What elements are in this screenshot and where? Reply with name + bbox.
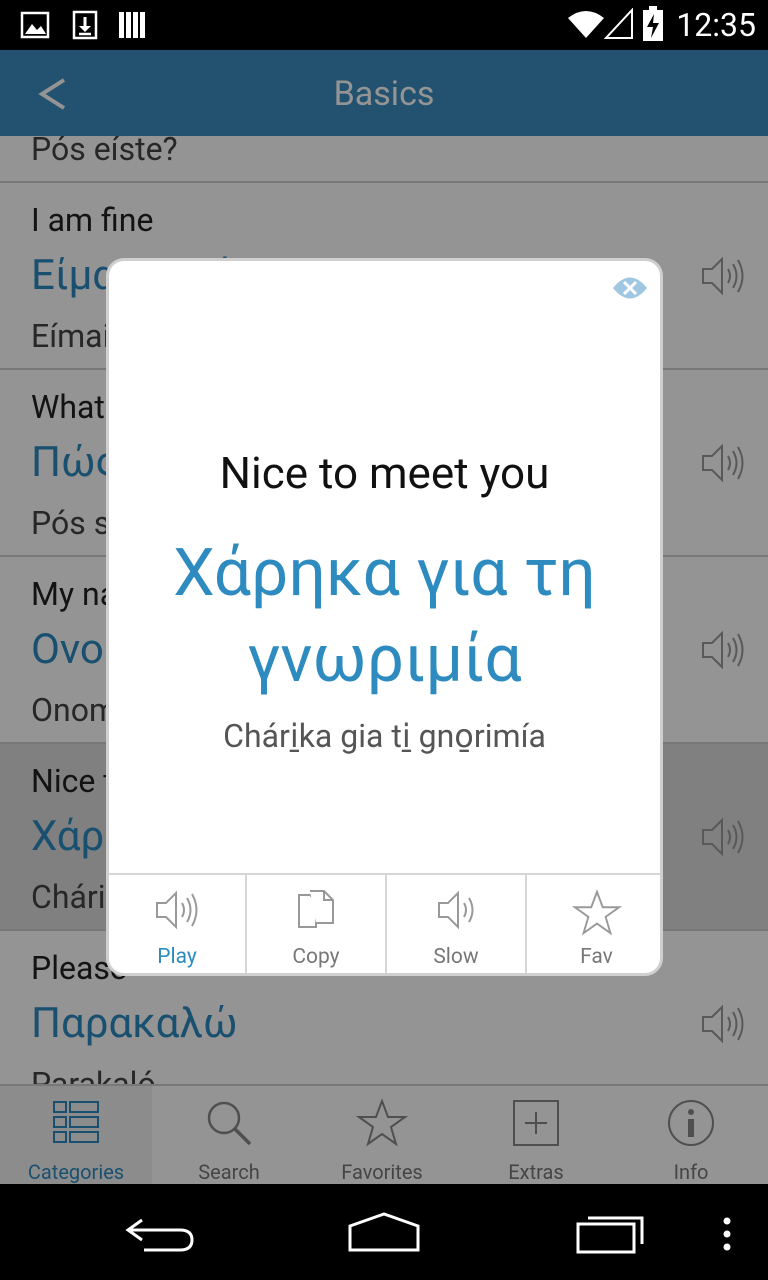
battery-charging-icon [643,6,663,41]
fav-button[interactable]: Fav [527,875,660,973]
slow-button[interactable]: Slow [387,875,527,973]
dialog-english: Nice to meet you [219,447,550,499]
speaker-icon [156,890,198,930]
back-nav-icon[interactable] [124,1214,196,1254]
copy-label: Copy [292,945,340,969]
slow-label: Slow [433,945,479,969]
dialog-actions: Play Copy Slow Fav [109,873,660,973]
star-icon [571,889,622,936]
speaker-slow-icon [438,890,474,930]
copy-button[interactable]: Copy [247,875,387,973]
image-notification-icon [20,11,50,39]
close-icon[interactable] [610,271,650,305]
copy-icon [298,890,334,928]
clock: 12:35 [676,6,756,44]
play-label: Play [157,945,197,969]
library-notification-icon [119,12,145,38]
phrase-dialog: Nice to meet you Χάρηκα για τη γνωριμία … [106,258,663,976]
play-button[interactable]: Play [109,875,247,973]
wifi-icon [568,11,604,38]
status-bar: 12:35 [0,0,768,50]
home-nav-icon[interactable] [346,1212,422,1254]
dialog-greek: Χάρηκα για τη γνωριμία [173,535,596,698]
download-notification-icon [72,10,98,40]
fav-label: Fav [580,945,613,969]
signal-icon [604,8,633,39]
recents-nav-icon[interactable] [574,1214,646,1254]
system-nav-bar [0,1184,768,1280]
dialog-transliteration: Chári̱ka gia ti̱ gno̱rimía [223,717,546,755]
modal-backdrop-top [0,50,768,136]
overflow-menu-icon[interactable] [720,1216,734,1252]
